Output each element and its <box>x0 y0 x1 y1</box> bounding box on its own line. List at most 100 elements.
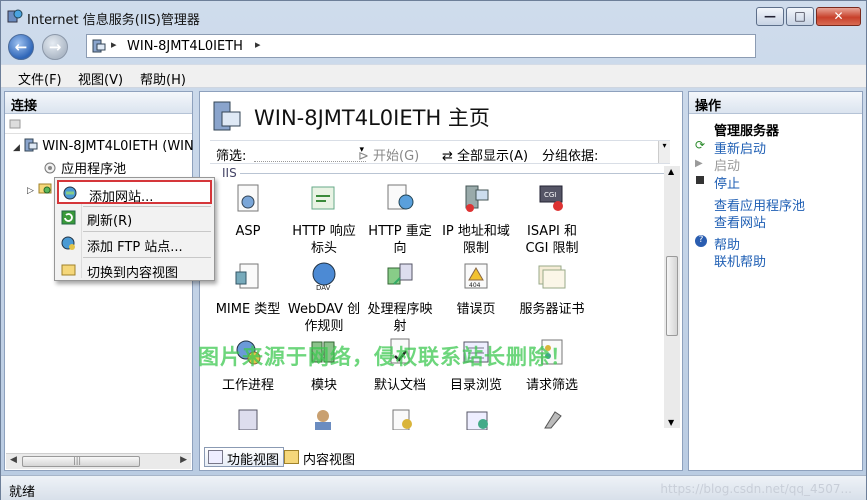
show-all-button[interactable]: ⇄ 全部显示(A) <box>442 145 528 164</box>
action-start: 启动 <box>714 159 741 174</box>
forward-button[interactable]: → <box>42 34 68 60</box>
feature-handler-mappings[interactable]: 处理程序映射 <box>362 260 438 335</box>
feature-icon-partial[interactable] <box>309 408 341 430</box>
navigation-bar: ← → ▸ WIN-8JMT4L0IETH ▸ ⟳ ✖ ⌂ ? <box>1 31 866 81</box>
filter-scroll-icon[interactable]: ▾ <box>658 141 670 163</box>
server-icon <box>92 39 106 53</box>
features-view-tab[interactable]: 功能视图 <box>204 447 285 468</box>
handler-mappings-icon <box>387 263 413 285</box>
filter-input[interactable]: ▾ <box>254 143 366 162</box>
tree-item-server[interactable]: ◢ WIN-8JMT4L0IETH (WIN <box>13 138 194 154</box>
iis-manager-window: Internet 信息服务(IIS)管理器 — □ ✕ ← → ▸ WIN-8J… <box>0 0 867 500</box>
feature-icon-partial[interactable] <box>461 408 493 430</box>
connections-hscrollbar[interactable]: ◀ ||| ▶ <box>6 453 191 469</box>
home-panel: WIN-8JMT4L0IETH 主页 筛选: ▾ ⊳ 开始(G) ⇄ 全部显示(… <box>199 91 683 471</box>
server-icon <box>24 138 38 152</box>
overlay-watermark: 图片来源于网络，侵权联系站长删除！ <box>198 345 572 369</box>
section-iis-label: IIS <box>222 166 237 180</box>
action-view-sites[interactable]: 查看网站 <box>714 212 766 231</box>
menu-add-ftp-site[interactable]: 添加 FTP 站点... <box>57 232 212 256</box>
tree-app-pools-label: 应用程序池 <box>61 162 127 177</box>
group-by-dropdown[interactable]: 分组依据: <box>542 145 598 164</box>
window-title: Internet 信息服务(IIS)管理器 <box>27 13 200 28</box>
sites-folder-icon <box>38 183 52 194</box>
hscroll-thumb[interactable]: ||| <box>22 456 140 467</box>
actions-header: 操作 <box>689 92 862 114</box>
start-filter-button[interactable]: ⊳ 开始(G) <box>358 145 419 164</box>
feature-server-certificates[interactable]: 服务器证书 <box>514 260 590 318</box>
feature-icon-partial[interactable] <box>537 408 569 430</box>
content-view-icon <box>61 264 76 276</box>
scroll-up-icon[interactable]: ▲ <box>668 167 674 176</box>
scroll-grip-icon: ||| <box>73 456 82 465</box>
home-vscrollbar[interactable]: ▲ ▼ <box>664 166 680 428</box>
content-view-tab[interactable]: 内容视图 <box>280 447 360 468</box>
help-icon: ? <box>695 235 707 247</box>
action-stop[interactable]: 停止 <box>714 173 740 192</box>
feature-icon-partial[interactable] <box>385 408 417 430</box>
vscroll-thumb[interactable] <box>666 256 678 336</box>
refresh-icon <box>61 210 76 225</box>
breadcrumb-separator-icon[interactable]: ▸ <box>255 38 261 51</box>
feature-error-pages[interactable]: 404 错误页 <box>438 260 514 318</box>
menu-help[interactable]: 帮助(H) <box>140 69 186 88</box>
svg-text:DAV: DAV <box>316 284 331 292</box>
tree-server-label: WIN-8JMT4L0IETH (WIN <box>42 139 194 154</box>
expand-triangle-icon[interactable]: ◢ <box>13 143 20 153</box>
ip-restriction-icon <box>465 185 489 212</box>
connections-header: 连接 <box>5 92 192 114</box>
connect-icon[interactable] <box>9 117 22 130</box>
scroll-right-icon[interactable]: ▶ <box>180 455 187 465</box>
title-bar: Internet 信息服务(IIS)管理器 — □ ✕ <box>1 1 866 31</box>
breadcrumb-server[interactable]: WIN-8JMT4L0IETH <box>127 39 243 54</box>
feature-http-redirect[interactable]: HTTP 重定向 <box>362 182 438 257</box>
menu-refresh[interactable]: 刷新(R) <box>57 206 212 230</box>
action-online-help[interactable]: 联机帮助 <box>714 251 766 270</box>
isapi-cgi-icon: CGI <box>539 185 563 211</box>
manage-server-heading: 管理服务器 <box>714 124 780 139</box>
context-menu: 添加网站... 刷新(R) 添加 FTP 站点... 切换到内容视图 <box>54 177 215 281</box>
close-button[interactable]: ✕ <box>816 7 861 26</box>
collapse-triangle-icon[interactable]: ▷ <box>27 186 34 196</box>
feature-isapi-cgi-restrictions[interactable]: CGI ISAPI 和 CGI 限制 <box>514 182 590 257</box>
menu-switch-content-view[interactable]: 切换到内容视图 <box>57 258 212 282</box>
feature-mime-types[interactable]: MIME 类型 <box>210 260 286 318</box>
error-pages-icon: 404 <box>464 263 488 289</box>
svg-text:CGI: CGI <box>544 191 556 199</box>
feature-ip-domain-restrictions[interactable]: IP 地址和域限制 <box>438 182 514 257</box>
menu-view[interactable]: 视图(V) <box>78 69 123 88</box>
maximize-button[interactable]: □ <box>786 7 814 26</box>
svg-text:404: 404 <box>469 282 481 289</box>
feature-asp[interactable]: ASP <box>210 182 286 240</box>
http-headers-icon <box>311 186 335 210</box>
menu-add-website[interactable]: 添加网站... <box>57 180 212 205</box>
feature-webdav-authoring-rules[interactable]: DAV WebDAV 创作规则 <box>286 260 362 335</box>
iis-app-icon <box>7 9 23 23</box>
filter-bar: 筛选: ▾ ⊳ 开始(G) ⇄ 全部显示(A) 分组依据: ▾ <box>210 140 670 164</box>
asp-icon <box>237 184 259 212</box>
scroll-down-icon[interactable]: ▼ <box>668 418 674 427</box>
stop-icon <box>696 176 704 184</box>
feature-http-response-headers[interactable]: HTTP 响应标头 <box>286 182 362 257</box>
server-certificates-icon <box>538 265 566 289</box>
content-view-icon <box>284 450 299 464</box>
address-bar[interactable]: ▸ WIN-8JMT4L0IETH ▸ <box>86 34 756 58</box>
minimize-button[interactable]: — <box>756 7 784 26</box>
webdav-icon: DAV <box>312 262 336 292</box>
connections-toolbar <box>5 114 192 134</box>
status-bar: 就绪 https://blog.csdn.net/qq_4507... <box>1 475 866 500</box>
watermark-url: https://blog.csdn.net/qq_4507... <box>660 482 852 496</box>
scroll-left-icon[interactable]: ◀ <box>10 455 17 465</box>
features-view-icon <box>208 450 223 464</box>
tree-item-app-pools[interactable]: 应用程序池 <box>43 158 126 177</box>
add-website-icon <box>63 186 77 200</box>
app-pool-icon <box>44 162 56 174</box>
feature-icon-partial[interactable] <box>233 408 265 430</box>
status-text: 就绪 <box>9 485 36 500</box>
menu-file[interactable]: 文件(F) <box>18 69 62 88</box>
redirect-icon <box>387 184 414 210</box>
back-button[interactable]: ← <box>8 34 34 60</box>
server-home-icon <box>213 101 241 131</box>
menu-bar: 文件(F) 视图(V) 帮助(H) <box>1 64 866 88</box>
breadcrumb-separator-icon: ▸ <box>111 38 117 51</box>
